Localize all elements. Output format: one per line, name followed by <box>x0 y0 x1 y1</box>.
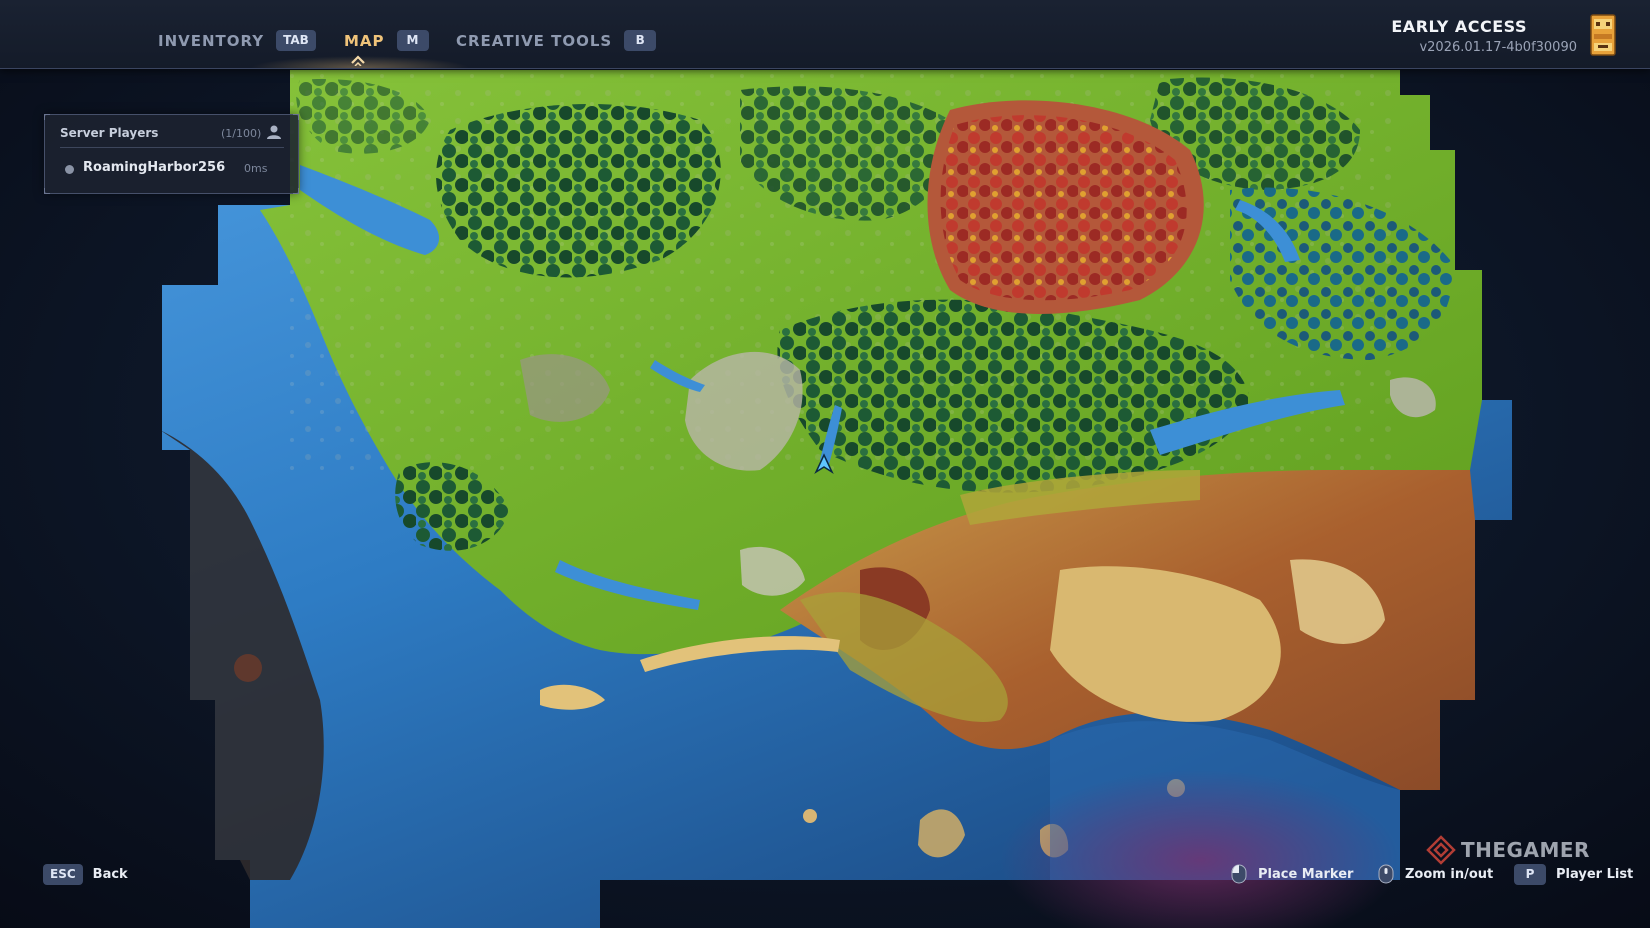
tab-inventory[interactable]: INVENTORY TAB <box>158 30 316 51</box>
tab-map-key: M <box>396 30 429 51</box>
player-ping: 0ms <box>244 162 268 175</box>
early-access-title: EARLY ACCESS <box>1391 17 1527 36</box>
version-label: v2026.01.17-4b0f30090 <box>1419 40 1577 55</box>
tab-map-label: MAP <box>344 31 385 50</box>
player-status-icon <box>65 165 74 174</box>
player-row[interactable]: RoamingHarbor256 0ms <box>65 159 285 181</box>
mouse-scroll-icon <box>1378 864 1394 884</box>
back-hint[interactable]: ESC Back <box>43 864 128 885</box>
player-name: RoamingHarbor256 <box>83 160 226 175</box>
thegamer-logo-icon <box>1426 835 1456 865</box>
zoom-hint[interactable]: Zoom in/out <box>1377 864 1493 884</box>
p-key: P <box>1514 864 1546 885</box>
server-players-title: Server Players <box>60 126 159 140</box>
tab-creative-tools[interactable]: CREATIVE TOOLS B <box>456 30 657 51</box>
server-players-panel: Server Players (1/100) RoamingHarbor256 … <box>44 114 299 194</box>
zoom-label: Zoom in/out <box>1405 866 1494 882</box>
back-label: Back <box>92 867 128 882</box>
player-list-label: Player List <box>1556 867 1634 882</box>
tab-creative-tools-key: B <box>624 30 657 51</box>
active-tab-chevron-icon <box>351 55 365 66</box>
player-list-hint[interactable]: P Player List <box>1514 864 1633 885</box>
early-access-badge-icon <box>1590 14 1616 56</box>
tab-map[interactable]: MAP M <box>344 30 429 51</box>
panel-divider <box>60 147 284 148</box>
players-icon[interactable] <box>265 123 283 141</box>
thegamer-watermark-text: THEGAMER <box>1461 838 1590 862</box>
tab-creative-tools-label: CREATIVE TOOLS <box>456 31 613 50</box>
place-marker-label: Place Marker <box>1258 866 1354 882</box>
tab-inventory-label: INVENTORY <box>158 31 265 50</box>
mouse-left-icon <box>1231 864 1247 884</box>
thegamer-watermark: THEGAMER <box>1425 834 1590 866</box>
place-marker-hint[interactable]: Place Marker <box>1230 864 1353 884</box>
esc-key: ESC <box>43 864 83 885</box>
player-count: (1/100) <box>221 127 262 140</box>
top-bar: INVENTORY TAB MAP M CREATIVE TOOLS B EAR… <box>0 0 1650 69</box>
tab-inventory-key: TAB <box>276 30 316 51</box>
